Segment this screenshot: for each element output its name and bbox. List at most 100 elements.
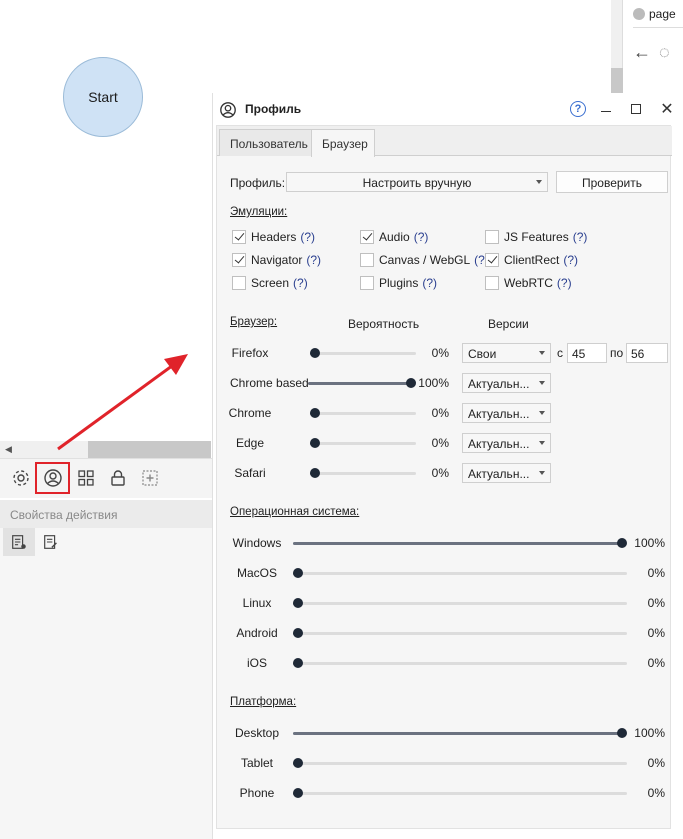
- probability-slider[interactable]: [308, 377, 416, 389]
- help-link[interactable]: (?): [306, 253, 321, 267]
- emulation-checkbox[interactable]: JS Features (?): [485, 230, 587, 244]
- background-tab-title: page: [649, 6, 676, 21]
- slider-knob[interactable]: [293, 758, 303, 768]
- probability-value: 100%: [418, 376, 449, 390]
- version-select[interactable]: Актуальн...: [462, 403, 551, 423]
- slider-knob[interactable]: [617, 538, 627, 548]
- background-scrollbar[interactable]: [611, 0, 623, 100]
- help-link[interactable]: (?): [563, 253, 578, 267]
- checkbox-box[interactable]: [232, 253, 246, 267]
- emulation-checkbox[interactable]: Screen (?): [232, 276, 308, 290]
- checkbox-box[interactable]: [232, 276, 246, 290]
- version-to-input[interactable]: 56: [626, 343, 668, 363]
- slider-knob[interactable]: [310, 408, 320, 418]
- help-link[interactable]: (?): [573, 230, 588, 244]
- browser-section-title: Браузер:: [230, 316, 278, 328]
- lock-button[interactable]: [105, 465, 131, 491]
- emulation-checkbox[interactable]: Headers (?): [232, 230, 315, 244]
- slider-knob[interactable]: [293, 658, 303, 668]
- checkbox-box[interactable]: [360, 253, 374, 267]
- probability-slider[interactable]: [293, 597, 627, 609]
- start-node[interactable]: Start: [63, 57, 143, 137]
- checkbox-box[interactable]: [485, 276, 499, 290]
- slider-knob[interactable]: [293, 598, 303, 608]
- probability-slider[interactable]: [293, 757, 627, 769]
- dialog-titlebar[interactable]: Профиль ? ✕: [213, 93, 683, 125]
- refresh-icon[interactable]: ◌: [659, 42, 670, 63]
- emulation-checkbox[interactable]: Navigator (?): [232, 253, 321, 267]
- emulation-checkbox[interactable]: WebRTC (?): [485, 276, 572, 290]
- background-tab[interactable]: page: [633, 0, 683, 28]
- probability-slider[interactable]: [293, 727, 627, 739]
- emulation-checkbox[interactable]: Audio (?): [360, 230, 428, 244]
- os-name: Windows: [232, 536, 282, 550]
- checkbox-box[interactable]: [360, 230, 374, 244]
- emulation-checkbox[interactable]: Plugins (?): [360, 276, 437, 290]
- back-arrow-icon[interactable]: ←: [633, 42, 651, 63]
- properties-tab-notes[interactable]: [35, 528, 67, 556]
- slider-knob[interactable]: [293, 568, 303, 578]
- help-link[interactable]: (?): [300, 230, 315, 244]
- version-select-value: Актуальн...: [468, 377, 530, 391]
- settings-button[interactable]: [8, 465, 34, 491]
- minimize-button[interactable]: [595, 99, 617, 119]
- probability-slider[interactable]: [310, 467, 416, 479]
- slider-track: [310, 442, 416, 445]
- probability-slider[interactable]: [293, 787, 627, 799]
- checkbox-box[interactable]: [485, 253, 499, 267]
- grid-button[interactable]: [73, 465, 99, 491]
- checkbox-box[interactable]: [360, 276, 374, 290]
- help-link[interactable]: (?): [293, 276, 308, 290]
- probability-slider[interactable]: [310, 347, 416, 359]
- probability-slider[interactable]: [293, 657, 627, 669]
- background-scrollbar-thumb[interactable]: [611, 68, 623, 96]
- probability-slider[interactable]: [310, 407, 416, 419]
- user-circle-icon: [220, 102, 236, 118]
- slider-knob[interactable]: [617, 728, 627, 738]
- slider-knob[interactable]: [293, 628, 303, 638]
- checkbox-box[interactable]: [232, 230, 246, 244]
- probability-slider[interactable]: [293, 537, 627, 549]
- properties-tab-main[interactable]: [3, 528, 35, 556]
- scroll-left-icon[interactable]: ◀: [5, 444, 12, 455]
- slider-knob[interactable]: [310, 468, 320, 478]
- close-button[interactable]: ✕: [656, 99, 678, 119]
- profile-select[interactable]: Настроить вручную: [286, 172, 548, 192]
- check-button[interactable]: Проверить: [556, 171, 668, 193]
- os-section-title: Операционная система:: [230, 506, 360, 518]
- help-icon: ?: [570, 101, 586, 117]
- slider-knob[interactable]: [310, 438, 320, 448]
- maximize-button[interactable]: [625, 99, 647, 119]
- version-select[interactable]: Актуальн...: [462, 433, 551, 453]
- checkbox-label: Screen: [251, 276, 290, 290]
- add-block-button[interactable]: [137, 465, 163, 491]
- platform-name: Tablet: [240, 756, 274, 770]
- tab-browser[interactable]: Браузер: [311, 129, 375, 157]
- probability-value: 0%: [431, 466, 449, 480]
- version-from-input[interactable]: 45: [567, 343, 607, 363]
- version-select[interactable]: Актуальн...: [462, 373, 551, 393]
- version-select[interactable]: Актуальн...: [462, 463, 551, 483]
- emulation-checkbox[interactable]: Canvas / WebGL (?): [360, 253, 489, 267]
- tab-user[interactable]: Пользователь: [219, 129, 312, 156]
- version-select[interactable]: Свои: [462, 343, 551, 363]
- checkbox-box[interactable]: [485, 230, 499, 244]
- probability-slider[interactable]: [310, 437, 416, 449]
- slider-track: [293, 632, 627, 635]
- help-link[interactable]: (?): [557, 276, 572, 290]
- browser-name: Safari: [234, 466, 266, 480]
- slider-fill: [293, 732, 622, 735]
- profile-button[interactable]: [35, 462, 70, 494]
- slider-knob[interactable]: [406, 378, 416, 388]
- grid-icon: [78, 470, 94, 486]
- slider-track: [310, 412, 416, 415]
- probability-slider[interactable]: [293, 627, 627, 639]
- help-link[interactable]: (?): [422, 276, 437, 290]
- emulation-checkbox[interactable]: ClientRect (?): [485, 253, 578, 267]
- help-button[interactable]: ?: [567, 99, 589, 119]
- slider-knob[interactable]: [293, 788, 303, 798]
- help-link[interactable]: (?): [414, 230, 429, 244]
- probability-slider[interactable]: [293, 567, 627, 579]
- slider-knob[interactable]: [310, 348, 320, 358]
- slider-track: [293, 792, 627, 795]
